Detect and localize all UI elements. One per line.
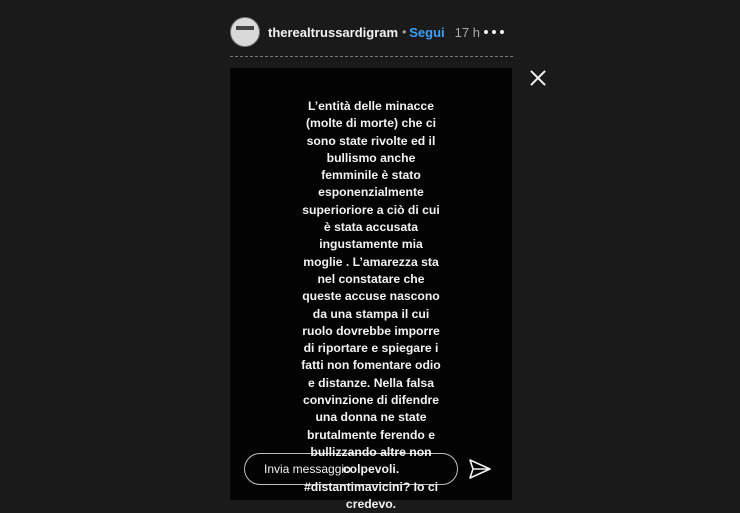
dot-icon (492, 30, 496, 34)
send-icon[interactable] (468, 458, 492, 480)
message-input[interactable] (264, 462, 444, 476)
dot-icon (500, 30, 504, 34)
progress-bar (230, 56, 513, 57)
dot-icon (484, 30, 488, 34)
separator-dot: • (402, 25, 407, 39)
post-time: 17 h (454, 24, 480, 40)
story-header: therealtrussardigram • Segui 17 h (230, 16, 510, 48)
close-icon[interactable] (527, 68, 549, 90)
story-text: L’entità delle minacce (molte di morte) … (301, 99, 441, 511)
username[interactable]: therealtrussardigram (268, 25, 398, 40)
reply-field[interactable] (244, 453, 458, 485)
more-options-icon[interactable] (484, 30, 504, 34)
avatar[interactable] (230, 17, 260, 47)
story-content[interactable]: L’entità delle minacce (molte di morte) … (230, 68, 512, 511)
follow-button[interactable]: Segui (409, 25, 444, 40)
